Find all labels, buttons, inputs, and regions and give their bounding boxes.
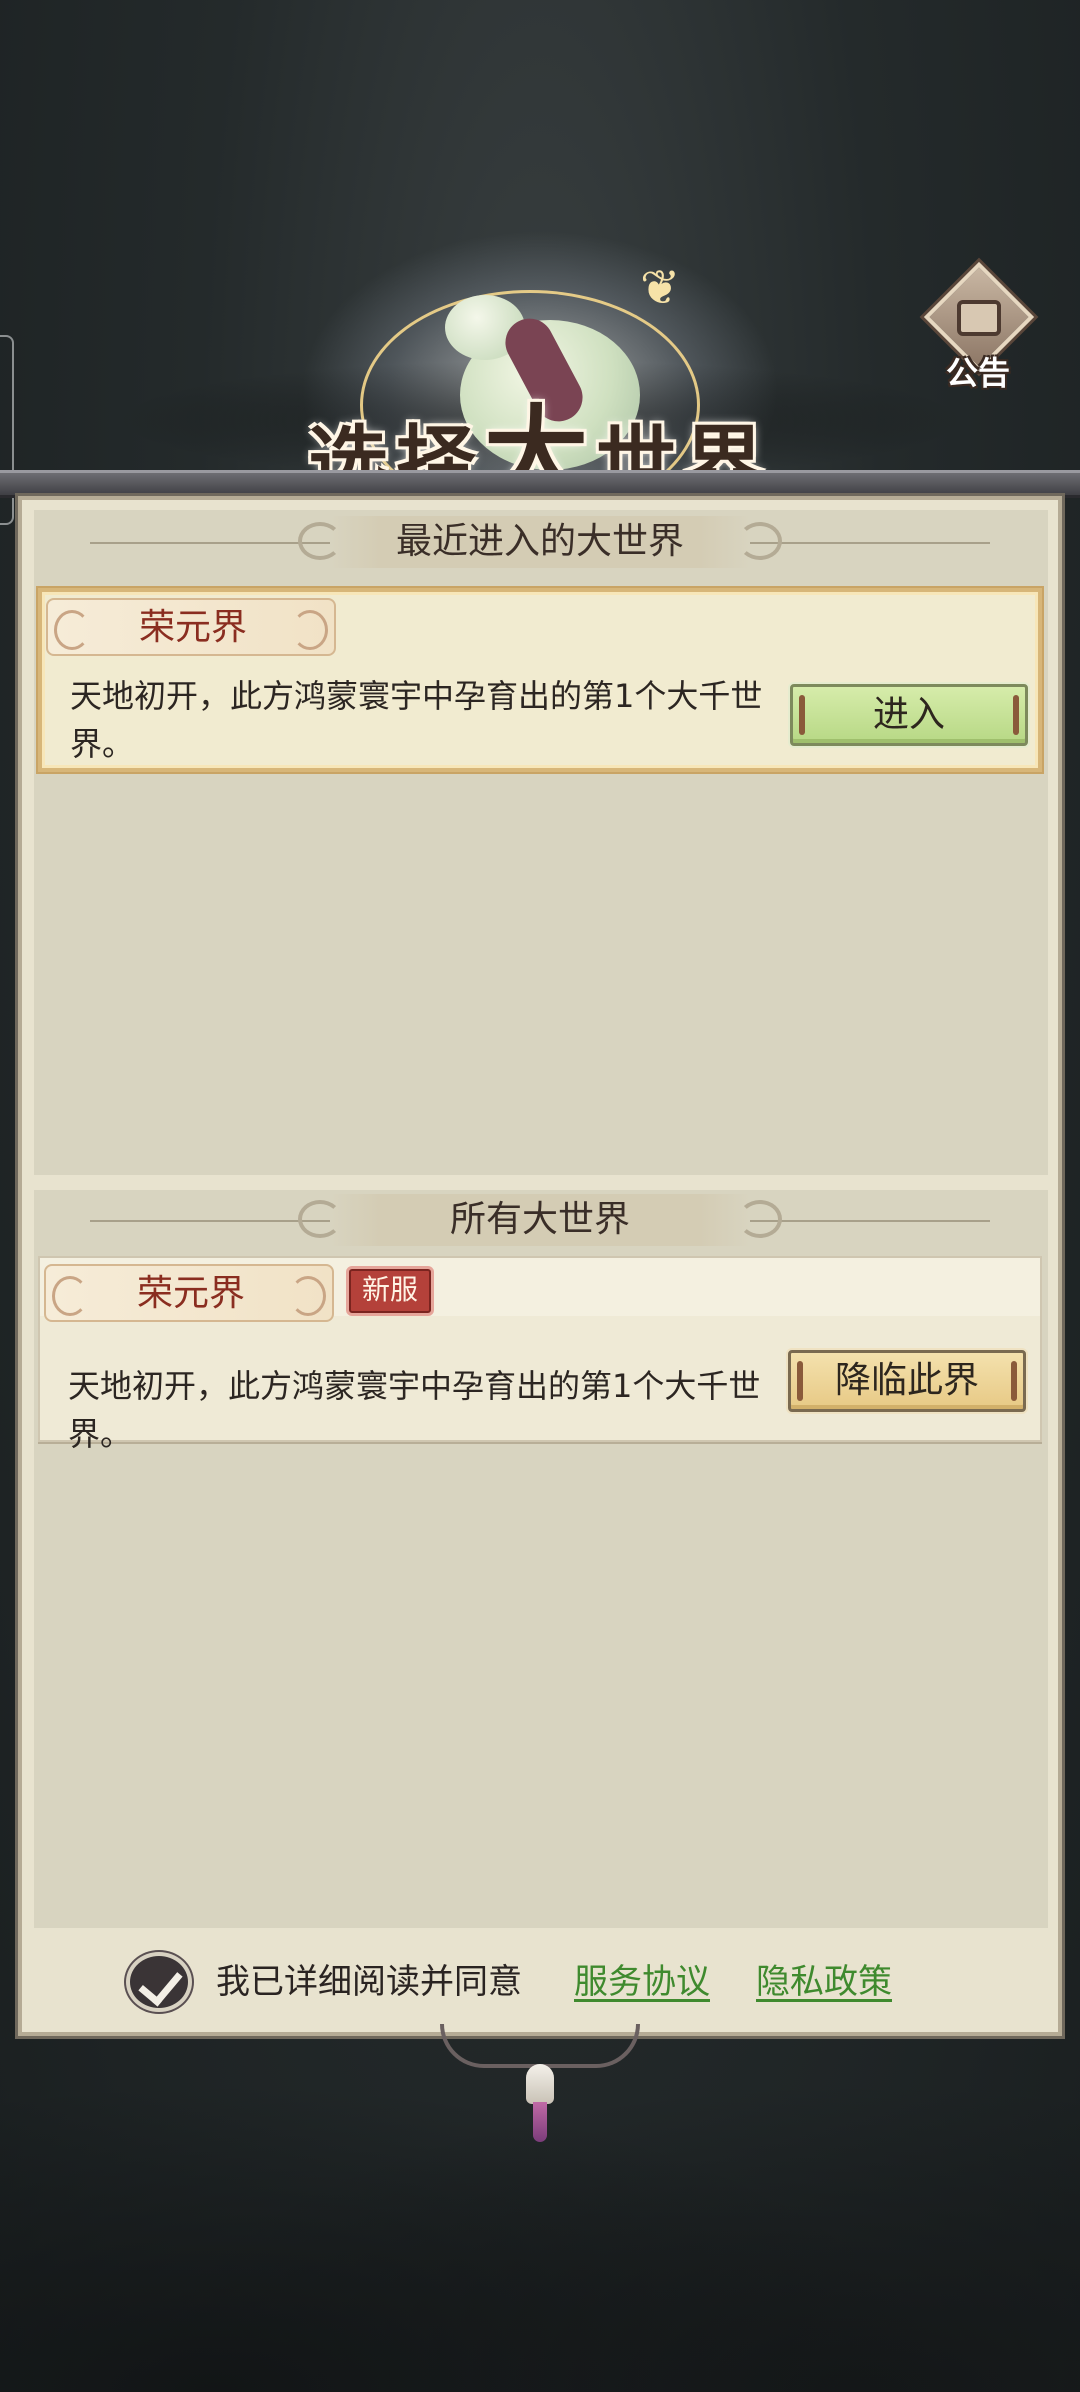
all-section-title: 所有大世界 [449, 1199, 630, 1240]
service-agreement-link[interactable]: 服务协议 [574, 1958, 710, 2006]
agreement-checkbox[interactable] [126, 1952, 192, 2012]
tassel-icon [533, 2102, 547, 2142]
recent-section-header: 最近进入的大世界 [90, 512, 990, 572]
notice-label: 公告 [945, 354, 1010, 392]
panel-top-rail [0, 470, 1080, 498]
butterfly-icon: ❦ [640, 260, 681, 316]
enter-button[interactable]: 进入 [790, 684, 1028, 746]
divider-line [90, 542, 330, 544]
new-server-badge: 新服 [346, 1266, 434, 1316]
server-description: 天地初开，此方鸿蒙寰宇中孕育出的第1个大千世界。 [70, 677, 763, 763]
agreement-text: 我已详细阅读并同意 [216, 1962, 522, 2002]
notice-button[interactable]: 公告 [918, 261, 1038, 392]
divider-line [750, 1220, 990, 1222]
server-name: 荣元界 [138, 607, 247, 648]
divider-line [750, 542, 990, 544]
server-name-tag: 荣元界 [46, 598, 336, 656]
recent-server-card[interactable]: 荣元界 天地初开，此方鸿蒙寰宇中孕育出的第1个大千世界。 进入 [38, 588, 1042, 772]
all-section-header: 所有大世界 [90, 1190, 990, 1250]
server-name: 荣元界 [136, 1273, 245, 1314]
pendant-arc [440, 2024, 640, 2068]
agreement-row: 我已详细阅读并同意 服务协议 隐私政策 [126, 1950, 926, 2014]
privacy-policy-link[interactable]: 隐私政策 [756, 1958, 892, 2006]
descend-button[interactable]: 降临此界 [788, 1350, 1026, 1412]
scroll-icon [957, 300, 1001, 336]
recent-section-title: 最近进入的大世界 [395, 521, 684, 562]
server-card[interactable]: 荣元界 新服 天地初开，此方鸿蒙寰宇中孕育出的第1个大千世界。 降临此界 [38, 1256, 1042, 1453]
server-description: 天地初开，此方鸿蒙寰宇中孕育出的第1个大千世界。 [68, 1367, 761, 1453]
server-name-tag: 荣元界 [44, 1264, 334, 1322]
divider-line [90, 1220, 330, 1222]
bell-pendant [440, 2024, 640, 2146]
bell-icon [526, 2064, 554, 2104]
